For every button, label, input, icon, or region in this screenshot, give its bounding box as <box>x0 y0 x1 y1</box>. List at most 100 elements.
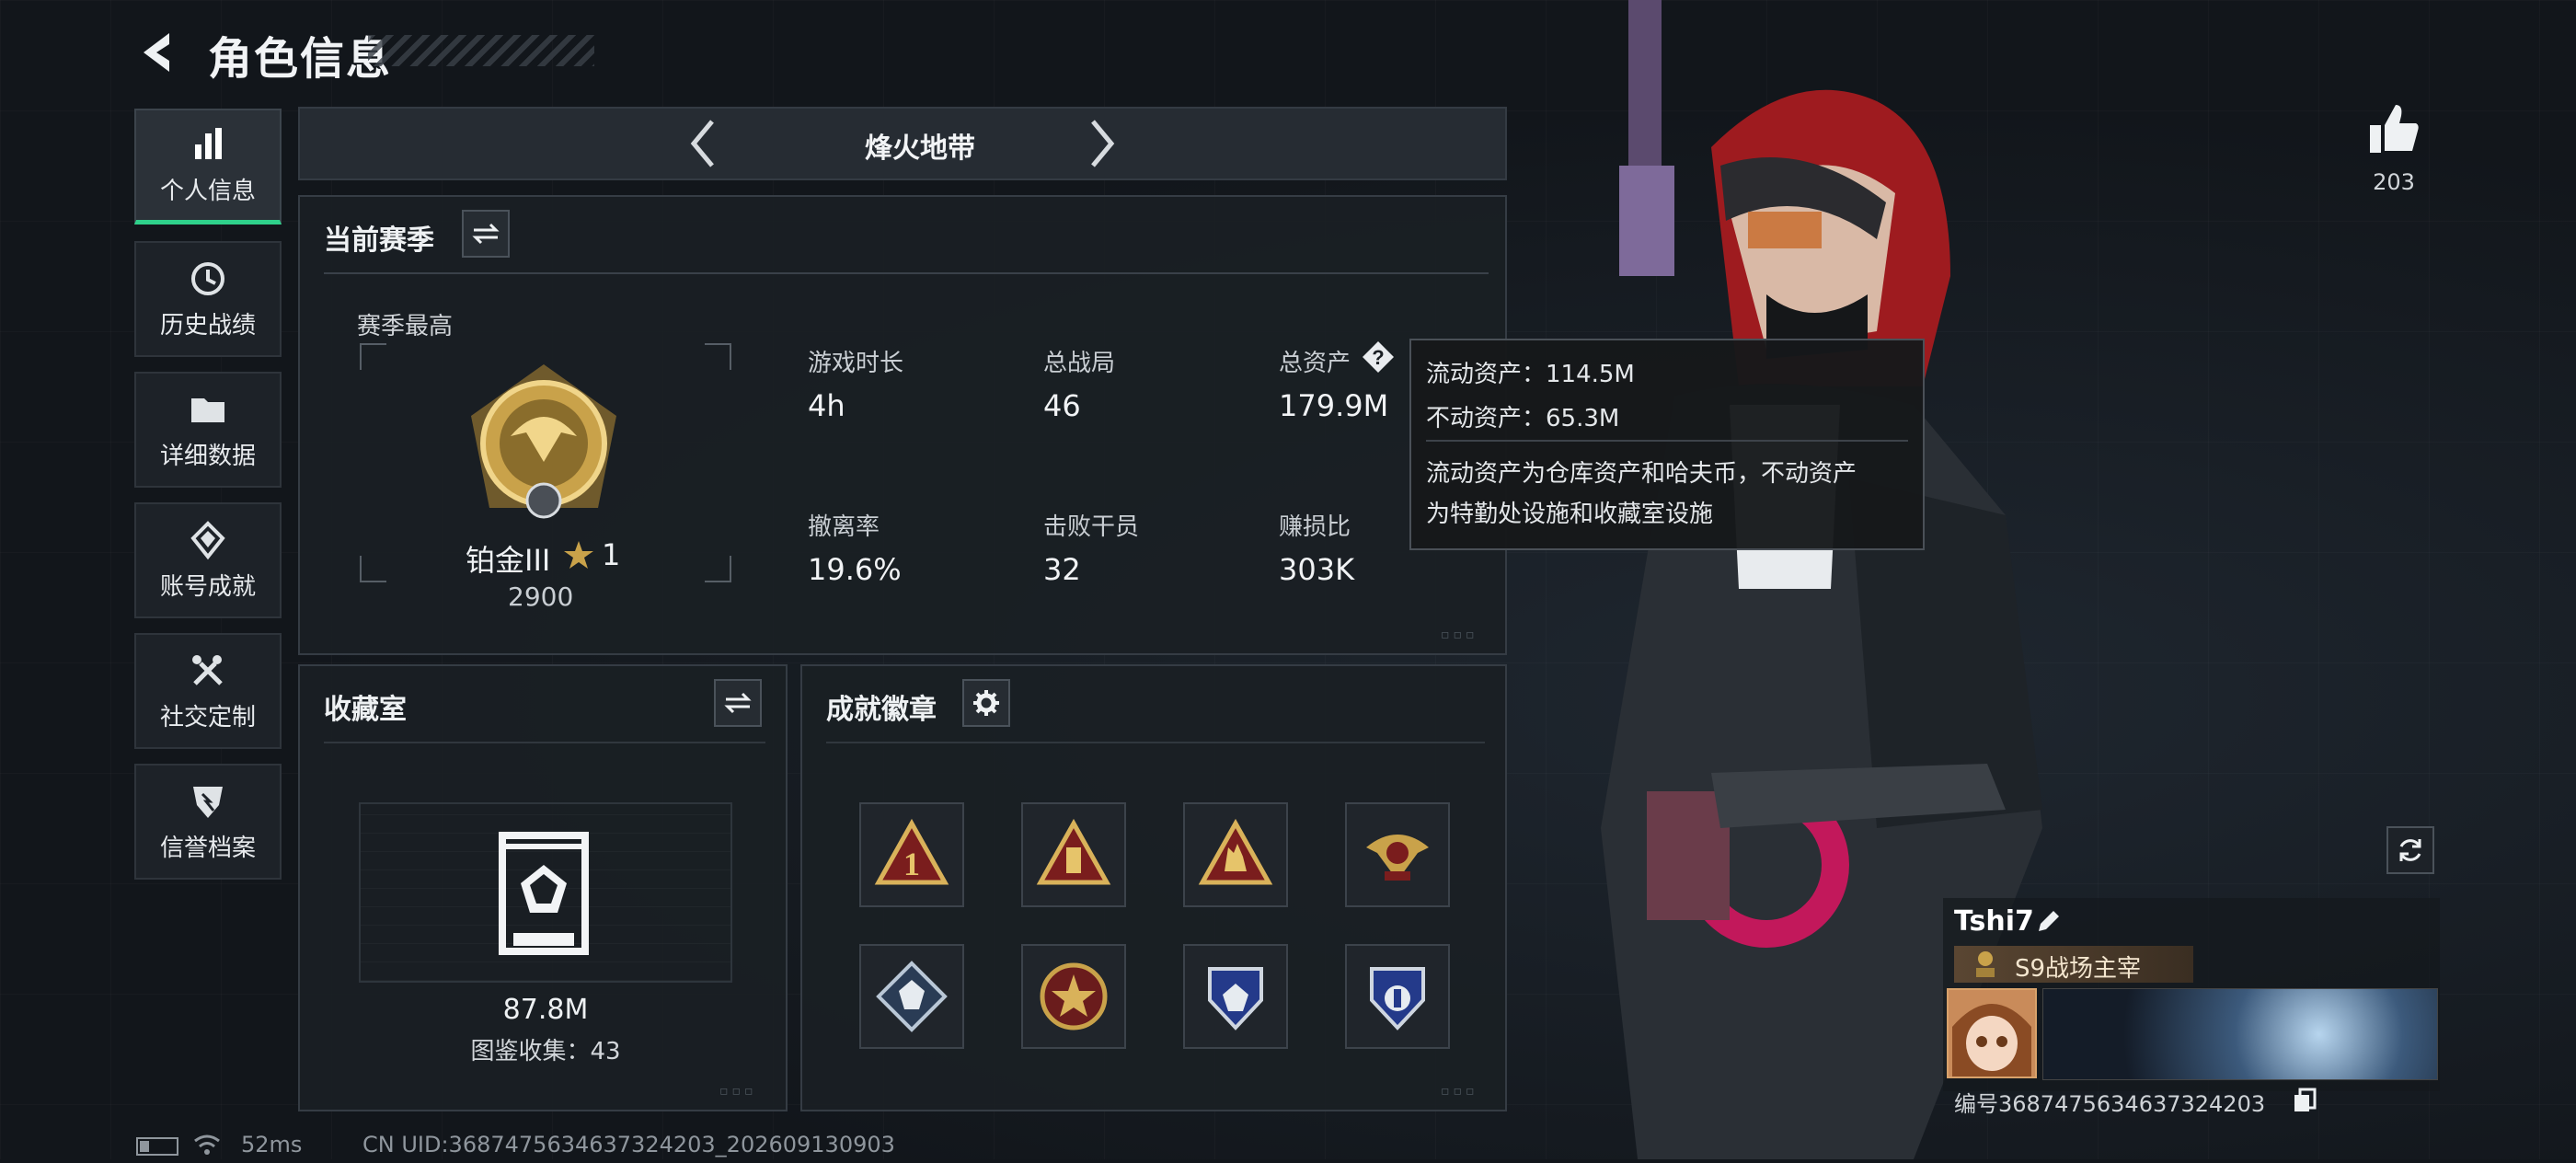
rank-score: 2900 <box>508 582 574 612</box>
badges-title: 成就徽章 <box>826 694 937 726</box>
battery-icon <box>136 1137 178 1156</box>
history-icon <box>191 261 224 295</box>
tooltip-liquid-assets: 流动资产：114.5M <box>1426 361 1635 388</box>
stat-label-extract-rate: 撤离率 <box>808 513 880 541</box>
badge-8-icon <box>1370 967 1425 1031</box>
stat-value-profit-ratio: 303K <box>1279 552 1355 587</box>
badge-slot[interactable]: 1 <box>859 802 964 907</box>
panel-corner-decoration: ▫▫▫ <box>719 1084 757 1099</box>
gear-icon <box>973 690 999 716</box>
title-emblem-icon <box>1969 948 2002 981</box>
bar-chart-icon <box>195 128 222 159</box>
player-name: Tshi7 <box>1954 905 2034 938</box>
page-title: 角色信息 <box>208 33 393 85</box>
copy-icon[interactable] <box>2293 1088 2317 1113</box>
folder-icon <box>191 397 224 422</box>
badges-settings-button[interactable] <box>962 679 1010 727</box>
badge-slot[interactable] <box>1183 944 1288 1049</box>
sidebar-item-label: 信誉档案 <box>159 834 256 862</box>
badge-slot[interactable] <box>1183 802 1288 907</box>
mode-title: 烽火地带 <box>865 132 975 165</box>
panel-corner-decoration: ▫▫▫ <box>1441 1084 1478 1099</box>
sidebar-item-label: 详细数据 <box>159 442 256 470</box>
shield-icon <box>193 786 223 818</box>
badge-6-icon <box>1040 962 1108 1031</box>
edit-icon[interactable] <box>2035 907 2063 935</box>
stat-label-kills: 击败干员 <box>1043 513 1140 541</box>
player-title: S9战场主宰 <box>2015 955 2142 983</box>
panel-corner-decoration: ▫▫▫ <box>1441 628 1478 642</box>
sidebar-item-label: 账号成就 <box>159 572 256 601</box>
stat-value-playtime: 4h <box>808 388 845 423</box>
wifi-icon <box>193 1134 221 1156</box>
collection-value: 87.8M <box>502 994 589 1026</box>
swap-season-button[interactable] <box>462 210 510 258</box>
swap-icon <box>472 223 500 245</box>
refresh-button[interactable] <box>2386 826 2434 874</box>
rank-name: 铂金III <box>466 543 551 578</box>
help-icon[interactable]: ? <box>1362 340 1395 374</box>
footer-uid: CN UID:3687475634637324203_202609130903 <box>362 1132 895 1157</box>
collection-catalog: 图鉴收集：43 <box>470 1038 621 1065</box>
stat-value-assets: 179.9M <box>1279 388 1389 423</box>
tools-icon <box>192 654 223 685</box>
stat-label-matches: 总战局 <box>1043 350 1116 377</box>
tooltip-fixed-assets: 不动资产：65.3M <box>1426 405 1620 432</box>
sidebar-item-label: 历史战绩 <box>159 311 256 340</box>
stat-label-playtime: 游戏时长 <box>808 350 904 377</box>
refresh-icon <box>2399 839 2421 861</box>
rank-stars: 1 <box>602 537 621 572</box>
sidebar-item-label: 社交定制 <box>159 703 256 731</box>
rank-emblem-icon <box>460 361 627 528</box>
sidebar-item-social[interactable]: 社交定制 <box>134 633 282 749</box>
stat-value-matches: 46 <box>1043 388 1081 423</box>
title-decoration <box>368 35 594 66</box>
ping: 52ms <box>241 1132 303 1157</box>
badge-2-icon <box>1036 818 1111 885</box>
profile-banner <box>2042 988 2438 1080</box>
season-best-label: 赛季最高 <box>357 313 454 340</box>
like-count: 203 <box>2373 169 2415 195</box>
badge-slot[interactable] <box>1345 944 1450 1049</box>
sidebar-item-achievements[interactable]: 账号成就 <box>134 502 282 618</box>
badge-4-icon <box>1366 835 1429 881</box>
sidebar-item-detailed-data[interactable]: 详细数据 <box>134 372 282 488</box>
star-icon <box>563 539 594 570</box>
back-arrow-icon[interactable] <box>136 29 182 75</box>
collection-switch-button[interactable] <box>714 679 762 727</box>
thumbs-up-icon[interactable] <box>2366 101 2421 156</box>
stat-label-profit-ratio: 赚损比 <box>1279 513 1351 541</box>
sidebar-item-label: 个人信息 <box>159 178 256 205</box>
badge-slot[interactable] <box>859 944 964 1049</box>
badge-1-icon: 1 <box>874 818 949 885</box>
vault-icon <box>493 830 594 957</box>
badge-5-icon <box>876 961 948 1032</box>
collection-divider <box>324 742 765 743</box>
chevron-left-icon[interactable] <box>684 116 721 171</box>
badge-7-icon <box>1208 967 1263 1031</box>
badge-3-icon <box>1198 818 1273 885</box>
chevron-right-icon[interactable] <box>1084 116 1121 171</box>
stat-value-kills: 32 <box>1043 552 1081 587</box>
achievement-icon <box>190 520 225 559</box>
sidebar-item-personal-info[interactable]: 个人信息 <box>134 109 282 225</box>
tooltip-desc-line-2: 为特勤处设施和收藏室设施 <box>1426 501 1714 528</box>
swap-icon <box>724 692 752 714</box>
stat-value-extract-rate: 19.6% <box>808 552 902 587</box>
season-title: 当前赛季 <box>324 225 434 257</box>
svg-text:?: ? <box>1372 346 1384 369</box>
badge-slot[interactable] <box>1021 944 1126 1049</box>
tooltip-desc-line-1: 流动资产为仓库资产和哈夫币，不动资产 <box>1426 460 1857 488</box>
stat-label-assets: 总资产 <box>1279 350 1351 377</box>
badge-slot[interactable] <box>1345 802 1450 907</box>
tooltip-divider <box>1426 440 1908 442</box>
sidebar-item-reputation[interactable]: 信誉档案 <box>134 764 282 880</box>
svg-text:1: 1 <box>903 846 920 882</box>
badge-slot[interactable] <box>1021 802 1126 907</box>
season-divider <box>324 272 1489 274</box>
badges-divider <box>826 742 1485 743</box>
player-uid: 编号3687475634637324203 <box>1954 1091 2266 1117</box>
avatar[interactable] <box>1947 988 2037 1078</box>
collection-title: 收藏室 <box>324 694 407 726</box>
sidebar-item-history[interactable]: 历史战绩 <box>134 241 282 357</box>
